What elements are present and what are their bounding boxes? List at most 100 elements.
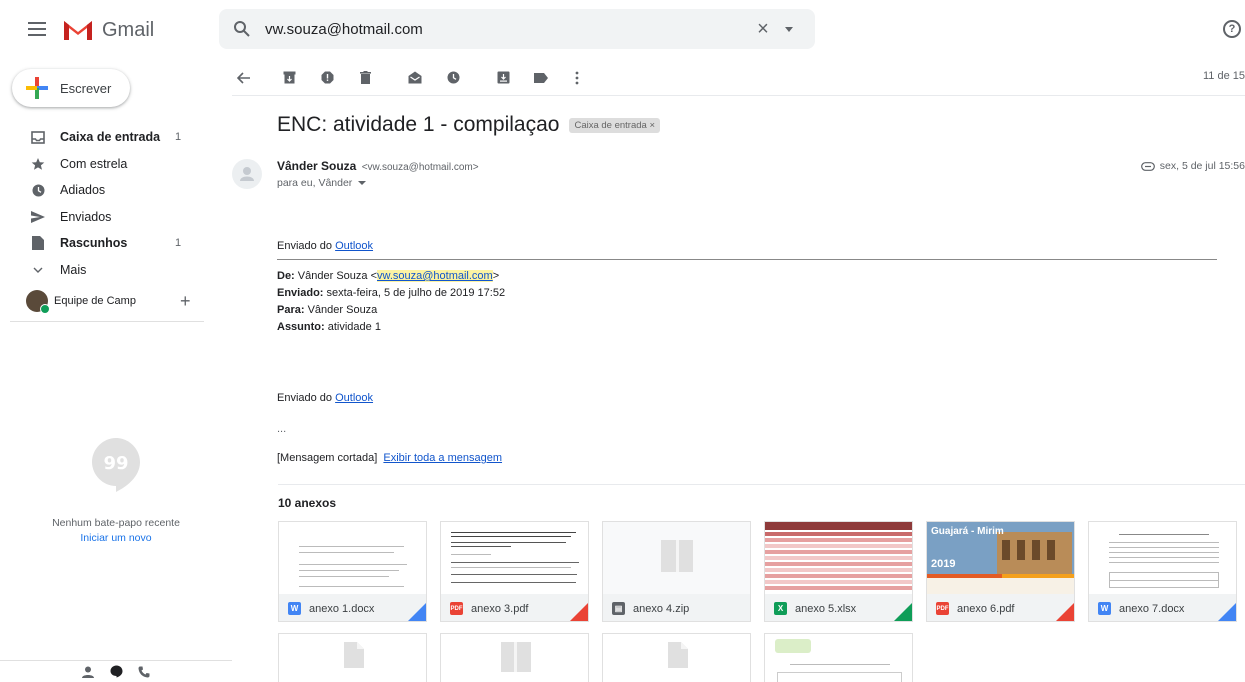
contacts-icon[interactable] <box>80 664 96 680</box>
clear-search-icon[interactable]: × <box>751 18 775 41</box>
word-file-icon: W <box>288 602 301 615</box>
attachment-preview <box>279 634 426 682</box>
generic-file-icon <box>668 642 688 668</box>
generic-file-icon <box>344 642 364 668</box>
attachment-preview <box>441 634 588 682</box>
attachment-card[interactable] <box>602 633 751 682</box>
label-icon[interactable] <box>533 70 549 86</box>
attachment-preview <box>765 634 912 682</box>
forward-from: De: Vânder Souza <vw.souza@hotmail.com> <box>277 270 500 282</box>
sidebar-item-inbox[interactable]: Caixa de entrada 1 <box>0 124 205 151</box>
attachment-card[interactable]: PDF anexo 3.pdf <box>440 521 589 622</box>
compose-label: Escrever <box>60 80 112 96</box>
search-input[interactable]: vw.souza@hotmail.com <box>265 21 751 38</box>
inbox-icon <box>30 129 46 145</box>
chat-empty-text: Nenhum bate-papo recente <box>52 517 180 529</box>
attachment-preview <box>603 634 750 682</box>
file-corner <box>1056 603 1074 621</box>
snooze-icon[interactable] <box>445 70 461 86</box>
attachment-card[interactable] <box>764 633 913 682</box>
message-date: sex, 5 de jul 15:56 <box>1140 160 1245 172</box>
main-menu-button[interactable] <box>28 22 46 36</box>
add-chat-icon[interactable]: + <box>180 291 191 312</box>
pdf-file-icon: PDF <box>936 602 949 615</box>
attachment-preview <box>765 522 912 594</box>
attachment-preview: Guajará - Mirim 2019 <box>927 522 1074 594</box>
phone-icon[interactable] <box>136 664 152 680</box>
sidebar-item-drafts[interactable]: Rascunhos 1 <box>0 230 205 257</box>
zip-file-icon: ▤ <box>612 602 625 615</box>
back-arrow-icon[interactable] <box>236 70 252 86</box>
help-icon[interactable]: ? <box>1223 20 1241 38</box>
recipient-line[interactable]: para eu, Vânder <box>277 177 367 189</box>
sidebar-item-snoozed[interactable]: Adiados <box>0 177 205 204</box>
attachment-card[interactable]: ▤ anexo 4.zip <box>602 521 751 622</box>
start-chat-link[interactable]: Iniciar um novo <box>0 532 232 544</box>
report-spam-icon[interactable] <box>319 70 335 86</box>
hangouts-icon[interactable] <box>108 664 124 680</box>
sent-from-line-2: Enviado do Outlook <box>277 392 374 404</box>
hangouts-user[interactable]: Equipe de Camp + <box>26 290 206 314</box>
sender-email: <vw.souza@hotmail.com> <box>361 162 479 173</box>
pdf-file-icon: PDF <box>450 602 463 615</box>
attachment-card[interactable] <box>440 633 589 682</box>
sender-line: Vânder Souza <vw.souza@hotmail.com> <box>277 159 479 173</box>
forward-subject: Assunto: atividade 1 <box>277 321 381 333</box>
attachment-preview <box>1089 522 1236 594</box>
attachment-name: anexo 4.zip <box>633 602 690 615</box>
move-to-icon[interactable] <box>495 70 511 86</box>
search-icon[interactable] <box>233 20 251 38</box>
inbox-label-chip[interactable]: Caixa de entrada × <box>569 117 661 133</box>
sender-avatar <box>232 159 262 189</box>
message-body: Enviado do Outlook De: Vânder Souza <vw.… <box>277 238 1245 467</box>
attachment-name: anexo 3.pdf <box>471 602 529 615</box>
sidebar-bottom-bar <box>0 660 232 682</box>
chevron-down-icon <box>30 262 46 278</box>
file-corner <box>408 603 426 621</box>
forward-to: Para: Vânder Souza <box>277 304 378 316</box>
compose-button[interactable]: Escrever <box>12 69 130 107</box>
more-options-icon[interactable] <box>569 70 585 86</box>
attachment-card[interactable] <box>278 633 427 682</box>
search-options-icon[interactable] <box>785 26 793 32</box>
file-corner <box>894 603 912 621</box>
svg-text:99: 99 <box>103 453 128 474</box>
attachment-card[interactable]: Guajará - Mirim 2019 PDF anexo 6.pdf <box>926 521 1075 622</box>
outlook-link[interactable]: Outlook <box>335 240 373 252</box>
attachment-card[interactable]: Xanexo 5.xlsx <box>764 521 913 622</box>
pagination-text: 11 de 15 <box>1202 70 1245 82</box>
gmail-m-icon <box>64 21 92 40</box>
attachment-card[interactable]: Wanexo 7.docx <box>1088 521 1237 622</box>
sidebar-item-sent[interactable]: Enviados <box>0 204 205 231</box>
file-corner <box>1218 603 1236 621</box>
outlook-link-2[interactable]: Outlook <box>335 392 373 404</box>
trimmed-content-ellipsis[interactable]: ... <box>277 421 1245 438</box>
attachment-preview <box>279 522 426 594</box>
sender-name[interactable]: Vânder Souza <box>277 159 356 173</box>
details-dropdown-icon[interactable] <box>358 181 367 186</box>
delete-icon[interactable] <box>357 70 373 86</box>
search-bar[interactable]: vw.souza@hotmail.com × <box>219 9 815 49</box>
remove-label-icon[interactable]: × <box>649 120 655 131</box>
send-icon <box>30 209 46 225</box>
attachment-name: anexo 6.pdf <box>957 602 1015 615</box>
attachment-name: anexo 7.docx <box>1119 602 1185 615</box>
attachment-name: anexo 5.xlsx <box>795 602 857 615</box>
gmail-logo[interactable]: Gmail <box>62 18 154 42</box>
archive-icon[interactable] <box>281 70 297 86</box>
sidebar-item-more[interactable]: Mais <box>0 257 205 284</box>
attachment-card[interactable]: Wanexo 1.docx <box>278 521 427 622</box>
mark-unread-icon[interactable] <box>407 70 423 86</box>
attachment-name: anexo 1.docx <box>309 602 375 615</box>
sidebar-item-starred[interactable]: Com estrela <box>0 151 205 178</box>
from-email-link[interactable]: vw.souza@hotmail.com <box>377 270 493 282</box>
message-toolbar: 11 de 15 <box>232 60 1245 96</box>
preview-year: 2019 <box>931 558 956 570</box>
attachments-title: 10 anexos <box>278 496 337 510</box>
attachments-divider <box>278 484 1245 485</box>
avatar <box>26 290 50 314</box>
view-entire-message-link[interactable]: Exibir toda a mensagem <box>383 452 502 464</box>
app-name: Gmail <box>102 18 155 41</box>
star-icon <box>30 156 46 172</box>
preview-title: Guajará - Mirim <box>931 526 1004 537</box>
